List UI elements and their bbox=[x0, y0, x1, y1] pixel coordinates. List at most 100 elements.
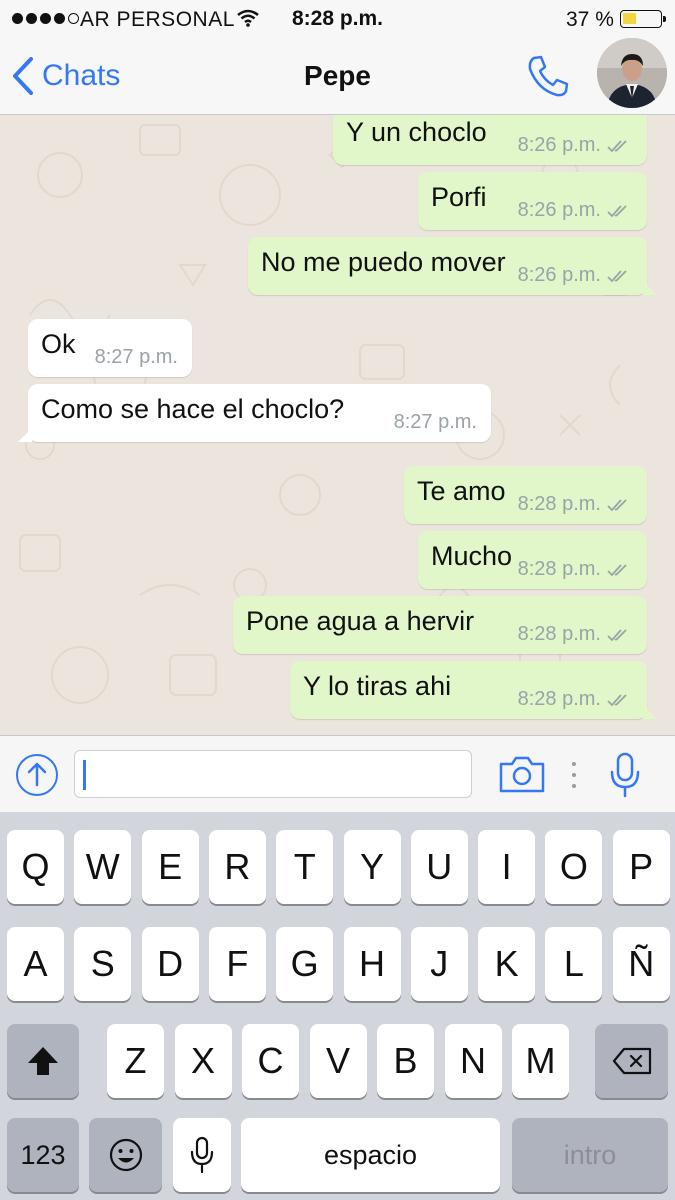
key-k[interactable]: K bbox=[478, 927, 536, 1001]
message-text: Como se hace el choclo? bbox=[41, 394, 345, 424]
message-text: Pone agua a hervir bbox=[246, 606, 475, 636]
camera-icon[interactable] bbox=[498, 754, 546, 794]
message-meta: 8:28 p.m. bbox=[518, 623, 633, 646]
read-receipt-ticks-icon bbox=[607, 269, 627, 282]
upload-icon bbox=[27, 762, 47, 787]
key-q[interactable]: Q bbox=[7, 830, 64, 904]
message-bubble-out[interactable]: Porfi 8:26 p.m. bbox=[418, 172, 647, 230]
message-time: 8:26 p.m. bbox=[517, 264, 601, 286]
message-bubble-out[interactable]: Pone agua a hervir 8:28 p.m. bbox=[233, 596, 647, 654]
keyboard: QWERTYUIOP ASDFGHJKLÑ ZXCVBNM 123 espaci… bbox=[0, 812, 675, 1200]
microphone-icon[interactable] bbox=[608, 752, 642, 798]
message-bubble-out[interactable]: Te amo 8:28 p.m. bbox=[404, 466, 647, 524]
message-meta: 8:27 p.m. bbox=[95, 346, 178, 369]
message-meta: 8:28 p.m. bbox=[518, 688, 633, 711]
key-z[interactable]: Z bbox=[107, 1024, 164, 1098]
key-s[interactable]: S bbox=[74, 927, 132, 1001]
message-time: 8:27 p.m. bbox=[94, 346, 178, 368]
message-bubble-in[interactable]: Ok 8:27 p.m. bbox=[28, 319, 192, 377]
avatar-photo bbox=[597, 38, 667, 108]
back-to-chats-button[interactable]: Chats bbox=[12, 54, 120, 98]
key-m[interactable]: M bbox=[512, 1024, 569, 1098]
bubble-tail bbox=[18, 428, 32, 442]
signal-strength-icon bbox=[12, 13, 79, 24]
emoji-key[interactable] bbox=[89, 1118, 162, 1192]
key-f[interactable]: F bbox=[208, 927, 266, 1001]
message-time: 8:28 p.m. bbox=[517, 493, 601, 515]
bubble-tail bbox=[643, 281, 657, 295]
key-y[interactable]: Y bbox=[343, 830, 401, 904]
read-receipt-ticks-icon bbox=[607, 628, 627, 641]
return-key[interactable]: intro bbox=[512, 1118, 668, 1192]
contact-avatar[interactable] bbox=[597, 38, 667, 108]
message-text: Y un choclo bbox=[346, 117, 487, 147]
message-time: 8:26 p.m. bbox=[517, 134, 601, 156]
key-g[interactable]: G bbox=[276, 927, 334, 1001]
dictation-key[interactable] bbox=[173, 1118, 231, 1192]
message-text: Mucho bbox=[431, 541, 513, 571]
message-meta: 8:26 p.m. bbox=[518, 134, 633, 157]
message-meta: 8:26 p.m. bbox=[518, 199, 633, 222]
message-text: Porfi bbox=[431, 182, 487, 212]
message-text: No me puedo mover bbox=[261, 247, 506, 277]
key-l[interactable]: L bbox=[545, 927, 603, 1001]
key-h[interactable]: H bbox=[343, 927, 401, 1001]
read-receipt-ticks-icon bbox=[607, 139, 627, 152]
key-t[interactable]: T bbox=[276, 830, 334, 904]
backspace-key[interactable] bbox=[595, 1024, 668, 1098]
key-e[interactable]: E bbox=[141, 830, 199, 904]
shift-icon bbox=[28, 1047, 58, 1075]
message-bubble-in[interactable]: Como se hace el choclo? 8:27 p.m. bbox=[18, 384, 491, 442]
carrier-name: AR PERSONAL bbox=[80, 8, 235, 31]
chevron-left-icon bbox=[13, 57, 33, 95]
message-time: 8:28 p.m. bbox=[517, 623, 601, 645]
message-text: Te amo bbox=[417, 476, 506, 506]
space-key[interactable]: espacio bbox=[241, 1118, 500, 1192]
message-text-field[interactable] bbox=[74, 750, 472, 798]
key-j[interactable]: J bbox=[410, 927, 468, 1001]
emoji-icon bbox=[109, 1138, 142, 1172]
more-options-dots-icon bbox=[572, 762, 576, 788]
upload-button[interactable] bbox=[16, 754, 58, 796]
read-receipt-ticks-icon bbox=[607, 693, 627, 706]
message-meta: 8:28 p.m. bbox=[518, 558, 633, 581]
key-w[interactable]: W bbox=[74, 830, 132, 904]
battery-icon bbox=[620, 10, 666, 28]
wifi-icon bbox=[237, 9, 259, 27]
message-time: 8:28 p.m. bbox=[517, 688, 601, 710]
message-bubble-out[interactable]: Y lo tiras ahi 8:28 p.m. bbox=[290, 661, 657, 719]
phone-call-icon[interactable] bbox=[524, 52, 572, 100]
key-r[interactable]: R bbox=[208, 830, 266, 904]
key-u[interactable]: U bbox=[410, 830, 468, 904]
navigation-bar: Chats Pepe bbox=[0, 38, 675, 115]
key-a[interactable]: A bbox=[7, 927, 64, 1001]
numbers-key[interactable]: 123 bbox=[7, 1118, 79, 1192]
message-meta: 8:28 p.m. bbox=[518, 493, 633, 516]
message-time: 8:28 p.m. bbox=[517, 558, 601, 580]
key-n[interactable]: N bbox=[444, 1024, 502, 1098]
read-receipt-ticks-icon bbox=[607, 498, 627, 511]
text-caret bbox=[83, 760, 86, 790]
message-time: 8:27 p.m. bbox=[393, 411, 477, 433]
key-ñ[interactable]: Ñ bbox=[612, 927, 670, 1001]
key-o[interactable]: O bbox=[545, 830, 603, 904]
message-time: 8:26 p.m. bbox=[517, 199, 601, 221]
key-v[interactable]: V bbox=[309, 1024, 367, 1098]
back-label: Chats bbox=[42, 59, 121, 92]
key-c[interactable]: C bbox=[242, 1024, 299, 1098]
key-i[interactable]: I bbox=[478, 830, 536, 904]
read-receipt-ticks-icon bbox=[607, 204, 627, 217]
status-bar: AR PERSONAL 8:28 p.m. 37 % bbox=[0, 0, 675, 38]
battery-percent: 37 % bbox=[566, 8, 614, 31]
chat-thread[interactable]: Y un choclo 8:26 p.m. Porfi 8:26 p.m. No me … bbox=[0, 115, 675, 735]
shift-key[interactable] bbox=[7, 1024, 79, 1098]
key-b[interactable]: B bbox=[377, 1024, 434, 1098]
key-x[interactable]: X bbox=[174, 1024, 232, 1098]
message-input-bar bbox=[0, 735, 675, 812]
message-bubble-out[interactable]: Y un choclo 8:26 p.m. bbox=[333, 115, 647, 165]
key-p[interactable]: P bbox=[612, 830, 670, 904]
message-meta: 8:27 p.m. bbox=[394, 411, 477, 434]
message-bubble-out[interactable]: Mucho 8:28 p.m. bbox=[418, 531, 647, 589]
key-d[interactable]: D bbox=[141, 927, 199, 1001]
message-bubble-out[interactable]: No me puedo mover 8:26 p.m. bbox=[248, 237, 657, 295]
